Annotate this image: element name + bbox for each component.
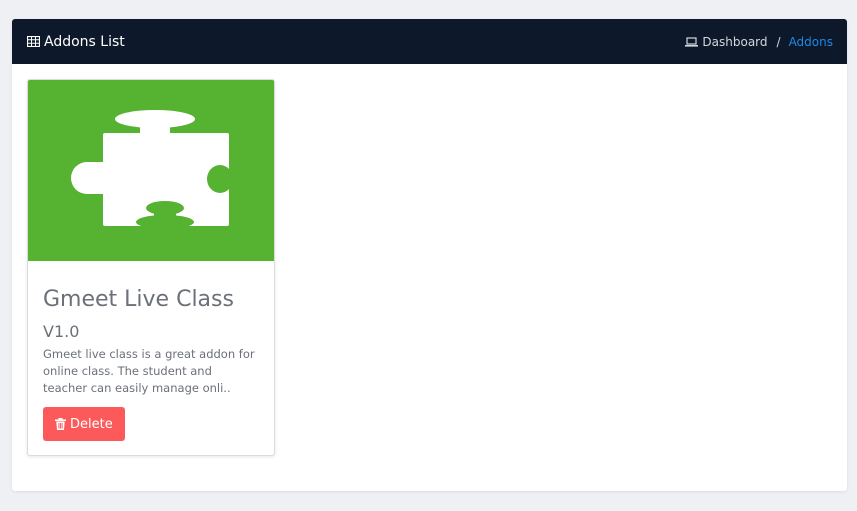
page-title: Addons List [27, 34, 125, 50]
addon-card: Gmeet Live Class V1.0 Gmeet live class i… [27, 79, 275, 456]
addon-version: V1.0 [43, 322, 80, 341]
table-icon [27, 36, 40, 47]
trash-icon [55, 418, 66, 430]
breadcrumb-dashboard-link[interactable]: Dashboard [685, 34, 768, 49]
breadcrumb-separator: / [776, 34, 781, 49]
panel-body: Gmeet Live Class V1.0 Gmeet live class i… [12, 64, 847, 456]
delete-button[interactable]: Delete [43, 407, 125, 441]
laptop-icon [685, 36, 699, 47]
addon-name: Gmeet Live Class [43, 287, 234, 312]
puzzle-piece-icon [70, 109, 240, 232]
addon-image [28, 80, 274, 261]
breadcrumb: Dashboard / Addons [685, 35, 833, 49]
page-title-text: Addons List [44, 33, 125, 50]
breadcrumb-dashboard-label: Dashboard [702, 34, 768, 49]
addon-card-content: Gmeet Live Class V1.0 Gmeet live class i… [28, 261, 274, 441]
breadcrumb-current: Addons [788, 34, 833, 49]
delete-button-label: Delete [70, 416, 113, 432]
addon-description: Gmeet live class is a great addon for on… [43, 347, 255, 395]
addons-panel: Addons List Dashboard / Addons Gmeet Liv… [12, 19, 847, 491]
panel-header: Addons List Dashboard / Addons [12, 19, 847, 64]
